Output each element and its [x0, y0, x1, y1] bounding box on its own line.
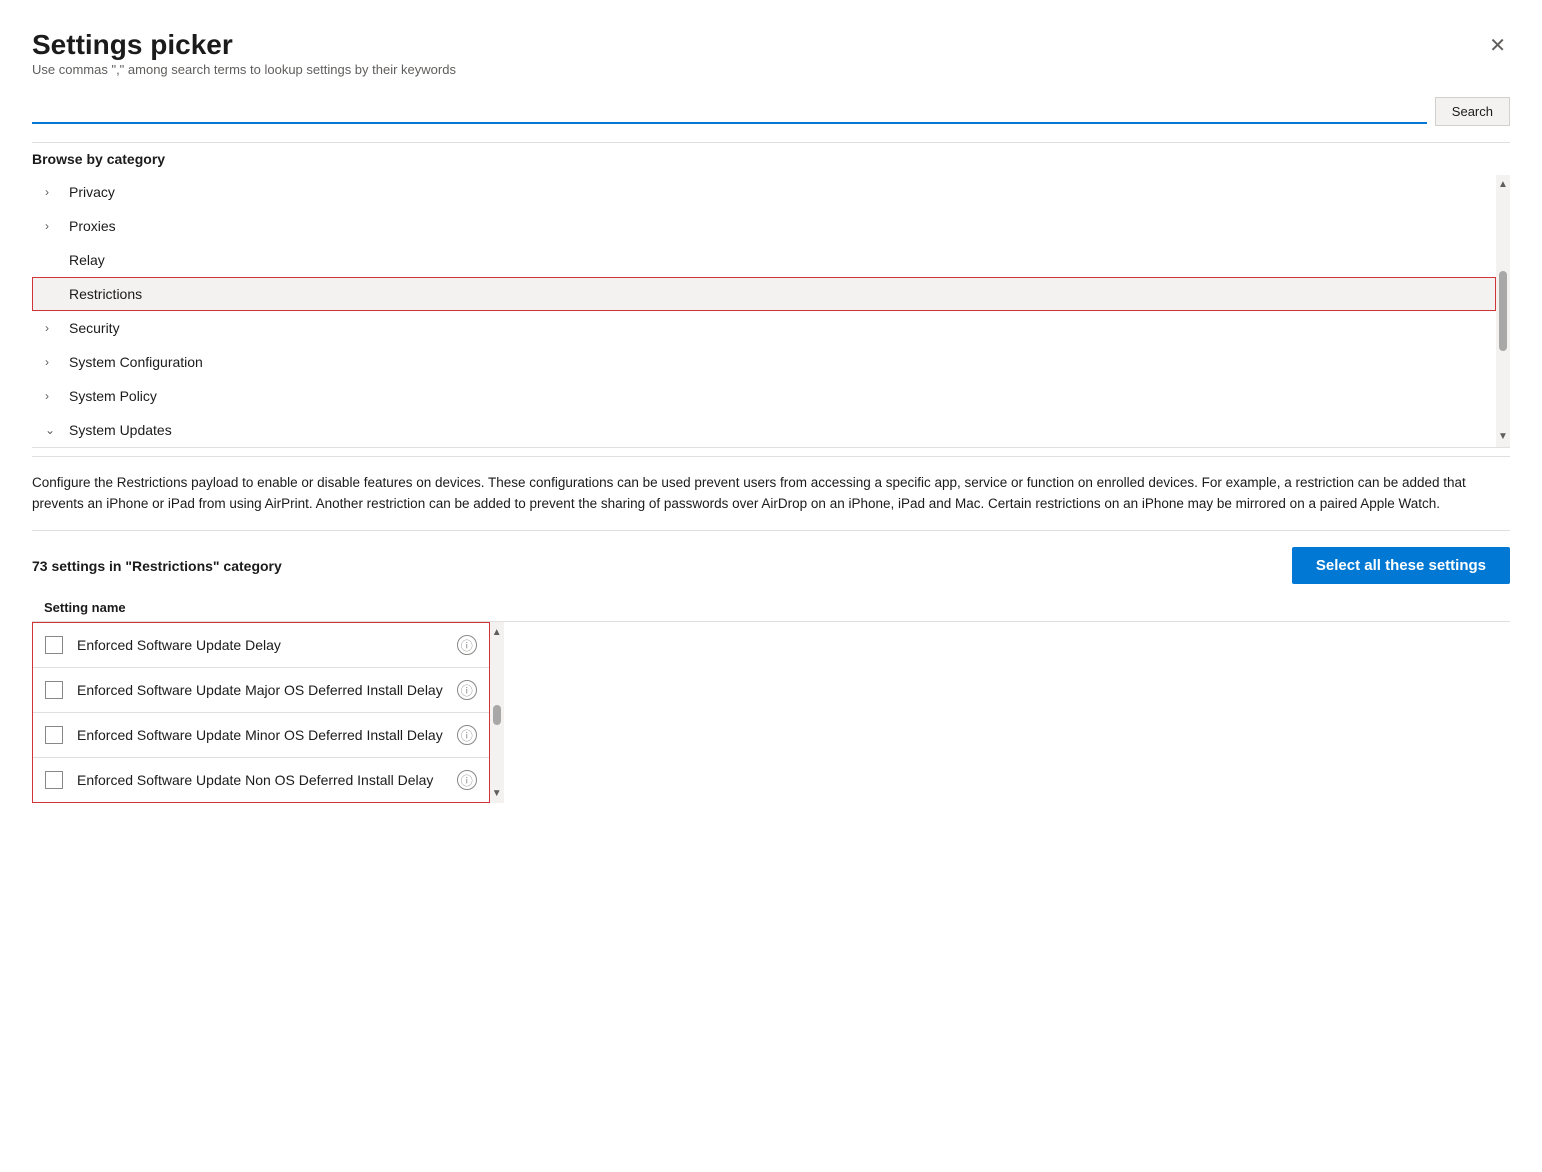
search-input[interactable] [32, 98, 1427, 124]
category-label-restrictions: Restrictions [69, 286, 142, 302]
category-label-security: Security [69, 320, 120, 336]
settings-list: Enforced Software Update Delay ⓘ Enforce… [32, 622, 490, 803]
category-label-privacy: Privacy [69, 184, 115, 200]
chevron-system-configuration-icon: › [45, 355, 59, 369]
settings-scroll-down-arrow[interactable]: ▼ [490, 785, 504, 801]
settings-scrollbar[interactable]: ▲ ▼ [490, 622, 504, 803]
info-icon-s1[interactable]: ⓘ [457, 635, 477, 655]
settings-picker-modal: Settings picker Use commas "," among sea… [0, 0, 1542, 1172]
select-all-button[interactable]: Select all these settings [1292, 547, 1510, 584]
setting-name-s4: Enforced Software Update Non OS Deferred… [77, 772, 443, 788]
modal-title: Settings picker [32, 28, 456, 62]
chevron-privacy-icon: › [45, 185, 59, 199]
table-row: Enforced Software Update Minor OS Deferr… [33, 713, 489, 758]
settings-list-container: Enforced Software Update Delay ⓘ Enforce… [32, 622, 1510, 803]
category-item-restrictions[interactable]: Restrictions [32, 277, 1496, 311]
section-divider [32, 142, 1510, 143]
category-scrollbar[interactable]: ▲ ▼ [1496, 175, 1510, 447]
table-row: Enforced Software Update Non OS Deferred… [33, 758, 489, 802]
category-description: Configure the Restrictions payload to en… [32, 456, 1510, 532]
scroll-down-arrow[interactable]: ▼ [1496, 429, 1510, 445]
info-icon-s4[interactable]: ⓘ [457, 770, 477, 790]
browse-category-label: Browse by category [32, 151, 1510, 167]
category-item-system-configuration[interactable]: › System Configuration [32, 345, 1496, 379]
info-icon-s3[interactable]: ⓘ [457, 725, 477, 745]
category-label-system-configuration: System Configuration [69, 354, 203, 370]
modal-header: Settings picker Use commas "," among sea… [32, 28, 1510, 93]
setting-name-s1: Enforced Software Update Delay [77, 637, 443, 653]
category-label-relay: Relay [69, 252, 105, 268]
settings-scroll-thumb [493, 705, 501, 725]
category-label-system-updates: System Updates [69, 422, 172, 438]
category-list: › Privacy › Proxies Relay Restrictions › Securi… [32, 175, 1496, 447]
scroll-up-arrow[interactable]: ▲ [1496, 177, 1510, 193]
setting-checkbox-s2[interactable] [45, 681, 63, 699]
search-button[interactable]: Search [1435, 97, 1510, 126]
modal-title-area: Settings picker Use commas "," among sea… [32, 28, 456, 93]
description-divider [32, 447, 1510, 448]
table-row: Enforced Software Update Delay ⓘ [33, 623, 489, 668]
category-item-security[interactable]: › Security [32, 311, 1496, 345]
category-item-relay[interactable]: Relay [32, 243, 1496, 277]
settings-count-label: 73 settings in "Restrictions" category [32, 558, 282, 574]
category-item-privacy[interactable]: › Privacy [32, 175, 1496, 209]
setting-checkbox-s1[interactable] [45, 636, 63, 654]
table-row: Enforced Software Update Major OS Deferr… [33, 668, 489, 713]
chevron-security-icon: › [45, 321, 59, 335]
info-icon-s2[interactable]: ⓘ [457, 680, 477, 700]
setting-name-s3: Enforced Software Update Minor OS Deferr… [77, 727, 443, 743]
settings-scroll-up-arrow[interactable]: ▲ [490, 624, 504, 640]
category-item-system-policy[interactable]: › System Policy [32, 379, 1496, 413]
modal-subtitle: Use commas "," among search terms to loo… [32, 62, 456, 77]
chevron-system-updates-icon: ⌄ [45, 423, 59, 437]
settings-column-header: Setting name [32, 596, 1510, 622]
setting-checkbox-s3[interactable] [45, 726, 63, 744]
category-label-proxies: Proxies [69, 218, 116, 234]
chevron-system-policy-icon: › [45, 389, 59, 403]
category-label-system-policy: System Policy [69, 388, 157, 404]
category-item-system-updates[interactable]: ⌄ System Updates [32, 413, 1496, 447]
settings-count-row: 73 settings in "Restrictions" category S… [32, 547, 1510, 584]
scroll-thumb [1499, 271, 1507, 351]
chevron-proxies-icon: › [45, 219, 59, 233]
category-list-container: › Privacy › Proxies Relay Restrictions › Securi… [32, 175, 1510, 447]
setting-checkbox-s4[interactable] [45, 771, 63, 789]
search-row: Search [32, 97, 1510, 126]
close-button[interactable]: ✕ [1485, 32, 1510, 60]
category-item-proxies[interactable]: › Proxies [32, 209, 1496, 243]
setting-name-s2: Enforced Software Update Major OS Deferr… [77, 682, 443, 698]
